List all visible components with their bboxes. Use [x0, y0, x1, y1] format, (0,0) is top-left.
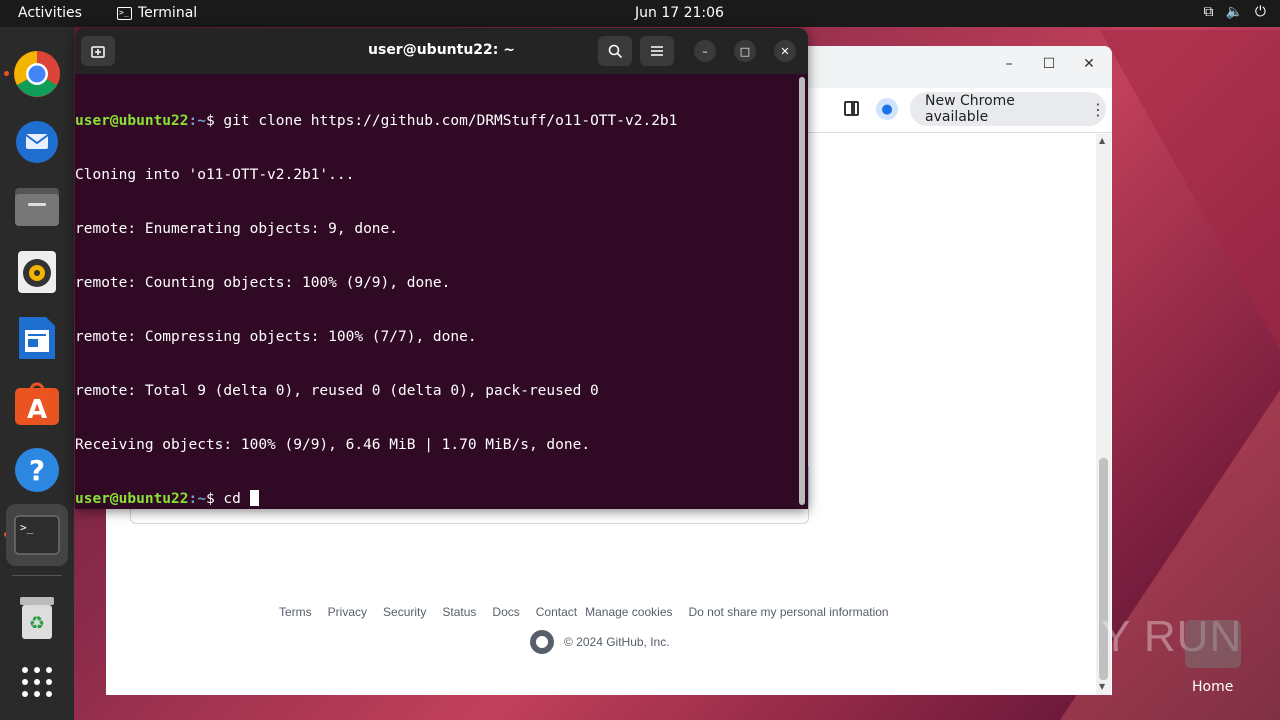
minimize-icon: –: [702, 44, 708, 58]
help-launcher[interactable]: ?: [12, 445, 62, 495]
github-logo-icon[interactable]: [530, 630, 554, 654]
search-icon: [608, 44, 622, 58]
home-folder-icon[interactable]: [1185, 620, 1241, 668]
svg-text:♻: ♻: [29, 613, 45, 634]
side-panel-icon[interactable]: [844, 101, 859, 116]
wallpaper-shape: [1100, 30, 1280, 350]
activities-button[interactable]: Activities: [18, 5, 82, 21]
writer-launcher[interactable]: [12, 313, 62, 363]
terminal-launcher[interactable]: >_: [6, 504, 68, 566]
scroll-down-icon[interactable]: ▼: [1099, 682, 1105, 691]
files-launcher[interactable]: [12, 181, 62, 231]
footer-link-security[interactable]: Security: [383, 605, 426, 619]
app-center-launcher[interactable]: A: [12, 379, 62, 429]
maximize-icon: □: [739, 44, 751, 58]
dock: A ? >_ ♻: [0, 27, 74, 720]
prompt-symbol: $: [205, 491, 215, 507]
footer-copyright: © 2024 GitHub, Inc.: [530, 630, 670, 654]
app-center-icon: A: [15, 382, 59, 425]
chrome-launcher[interactable]: [12, 49, 62, 99]
running-indicator: [4, 71, 9, 76]
menu-icon[interactable]: ⋮: [1090, 100, 1106, 119]
app-menu[interactable]: >_ Terminal: [117, 5, 197, 21]
update-chrome-label: New Chrome available: [925, 93, 1015, 125]
profile-icon[interactable]: ●: [876, 98, 898, 120]
footer-link-contact[interactable]: Contact: [536, 605, 577, 619]
prompt-user: user@ubuntu22: [75, 113, 189, 129]
top-bar: Activities >_ Terminal Jun 17 21:06 ⧉ 🔈 …: [0, 0, 1280, 27]
hamburger-menu-button[interactable]: [640, 36, 674, 66]
svg-text:?: ?: [29, 454, 45, 487]
app-menu-label: Terminal: [138, 5, 198, 21]
copyright-text: © 2024 GitHub, Inc.: [564, 635, 670, 649]
chrome-icon: [14, 51, 60, 97]
prompt-symbol: $: [205, 113, 215, 129]
terminal-line: user@ubuntu22:~$ cd: [75, 490, 800, 508]
terminal-window: user@ubuntu22: ~ – □ ✕ user@ubuntu22:~$ …: [75, 28, 808, 509]
terminal-output[interactable]: user@ubuntu22:~$ git clone https://githu…: [75, 76, 800, 509]
trash-launcher[interactable]: ♻: [12, 593, 62, 643]
terminal-line: Receiving objects: 100% (9/9), 6.46 MiB …: [75, 437, 591, 453]
footer-link-terms[interactable]: Terms: [279, 605, 312, 619]
maximize-icon[interactable]: ☐: [1039, 56, 1059, 72]
minimize-icon[interactable]: –: [999, 56, 1019, 72]
terminal-line: Cloning into 'o11-OTT-v2.2b1'...: [75, 167, 355, 183]
dock-separator: [12, 575, 62, 576]
terminal-line: remote: Total 9 (delta 0), reused 0 (del…: [75, 383, 599, 399]
scroll-up-icon[interactable]: ▲: [1099, 136, 1105, 145]
folder-icon: [15, 188, 59, 226]
show-apps-button[interactable]: [12, 657, 62, 707]
help-icon: ?: [15, 448, 59, 492]
footer-link-do-not-share[interactable]: Do not share my personal information: [689, 605, 889, 619]
hamburger-icon: [651, 46, 663, 56]
minimize-button[interactable]: –: [694, 40, 716, 62]
rhythmbox-launcher[interactable]: [12, 247, 62, 297]
command-text: git clone https://github.com/DRMStuff/o1…: [214, 113, 678, 129]
close-icon[interactable]: ✕: [1079, 56, 1099, 72]
prompt-path: :~: [188, 491, 206, 507]
terminal-headerbar: user@ubuntu22: ~ – □ ✕: [75, 28, 808, 74]
terminal-scrollbar[interactable]: [799, 77, 805, 505]
close-button[interactable]: ✕: [774, 40, 796, 62]
search-button[interactable]: [598, 36, 632, 66]
grid-icon: [22, 667, 52, 697]
footer-link-docs[interactable]: Docs: [492, 605, 519, 619]
terminal-line: remote: Enumerating objects: 9, done.: [75, 221, 399, 237]
footer-link-status[interactable]: Status: [442, 605, 476, 619]
close-icon: ✕: [780, 44, 790, 58]
svg-text:>_: >_: [20, 521, 34, 534]
clock[interactable]: Jun 17 21:06: [635, 5, 724, 21]
prompt-user: user@ubuntu22: [75, 491, 189, 507]
terminal-icon: >_: [117, 6, 132, 20]
footer-link-privacy[interactable]: Privacy: [328, 605, 367, 619]
home-folder-label[interactable]: Home: [1192, 679, 1233, 695]
thunderbird-icon: [16, 121, 58, 163]
network-icon: ⧉: [1203, 4, 1214, 20]
speaker-icon: [18, 251, 56, 293]
terminal-line: remote: Counting objects: 100% (9/9), do…: [75, 275, 451, 291]
footer-link-manage-cookies[interactable]: Manage cookies: [585, 605, 672, 619]
text-cursor: [249, 490, 259, 506]
thunderbird-launcher[interactable]: [12, 115, 62, 165]
volume-icon: 🔈: [1225, 4, 1243, 20]
trash-icon: ♻: [20, 597, 54, 639]
system-tray[interactable]: ⧉ 🔈 ⏻: [1203, 4, 1266, 20]
terminal-icon: >_: [14, 515, 60, 555]
footer-links: Terms Privacy Security Status Docs Conta…: [279, 605, 905, 619]
svg-text:A: A: [27, 395, 47, 425]
prompt-path: :~: [188, 113, 206, 129]
writer-icon: [19, 317, 55, 359]
update-chrome-button[interactable]: New Chrome available ⋮: [910, 92, 1106, 126]
maximize-button[interactable]: □: [734, 40, 756, 62]
terminal-line: remote: Compressing objects: 100% (7/7),…: [75, 329, 477, 345]
command-text: cd: [214, 491, 250, 507]
power-icon: ⏻: [1254, 4, 1266, 20]
terminal-line: user@ubuntu22:~$ git clone https://githu…: [75, 112, 800, 130]
